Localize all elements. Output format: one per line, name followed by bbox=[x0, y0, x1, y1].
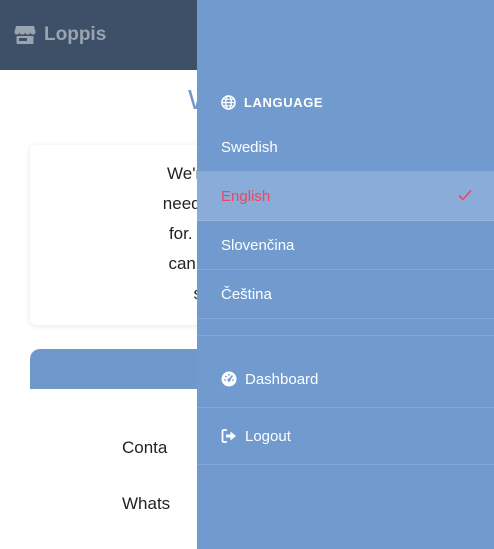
intro-text: We're clearing o need – and it mig for. … bbox=[48, 159, 220, 309]
nav-label: Logout bbox=[245, 427, 291, 445]
brand-name: Loppis bbox=[44, 24, 107, 45]
language-label: Swedish bbox=[221, 138, 278, 156]
contact-line: Conta bbox=[122, 438, 168, 457]
language-label: English bbox=[221, 187, 271, 205]
language-section-title: LANGUAGE bbox=[221, 95, 323, 110]
globe-icon bbox=[221, 95, 236, 110]
side-drawer: LANGUAGE Swedish English Slovenčina Češt… bbox=[197, 0, 494, 549]
contact-line: Whats bbox=[122, 494, 171, 513]
store-icon bbox=[14, 26, 36, 44]
nav-label: Dashboard bbox=[245, 370, 319, 388]
intro-line: need – and it mig bbox=[162, 194, 220, 213]
language-label: Slovenčina bbox=[221, 236, 295, 254]
intro-line: somethin bbox=[48, 279, 221, 309]
dashboard-gauge-icon bbox=[221, 371, 237, 387]
checkmark-icon bbox=[458, 189, 472, 201]
brand-link[interactable]: Loppis bbox=[14, 24, 106, 46]
language-label: Čeština bbox=[221, 285, 272, 303]
nav-item-logout[interactable]: Logout bbox=[197, 408, 494, 465]
intro-line: can bring a little bbox=[168, 254, 220, 273]
intro-line: We're clearing o bbox=[167, 164, 220, 183]
drawer-divider bbox=[197, 335, 494, 336]
intro-card: We're clearing o need – and it mig for. … bbox=[30, 145, 220, 325]
language-item-cestina[interactable]: Čeština bbox=[197, 270, 494, 319]
language-item-slovencina[interactable]: Slovenčina bbox=[197, 221, 494, 270]
language-section-label: LANGUAGE bbox=[244, 95, 324, 110]
language-item-swedish[interactable]: Swedish bbox=[197, 123, 494, 172]
language-item-english[interactable]: English bbox=[197, 172, 494, 221]
nav-item-dashboard[interactable]: Dashboard bbox=[197, 351, 494, 408]
intro-line: for. From useful bbox=[168, 224, 220, 243]
logout-icon bbox=[221, 429, 236, 443]
contact-card-header bbox=[30, 349, 220, 389]
